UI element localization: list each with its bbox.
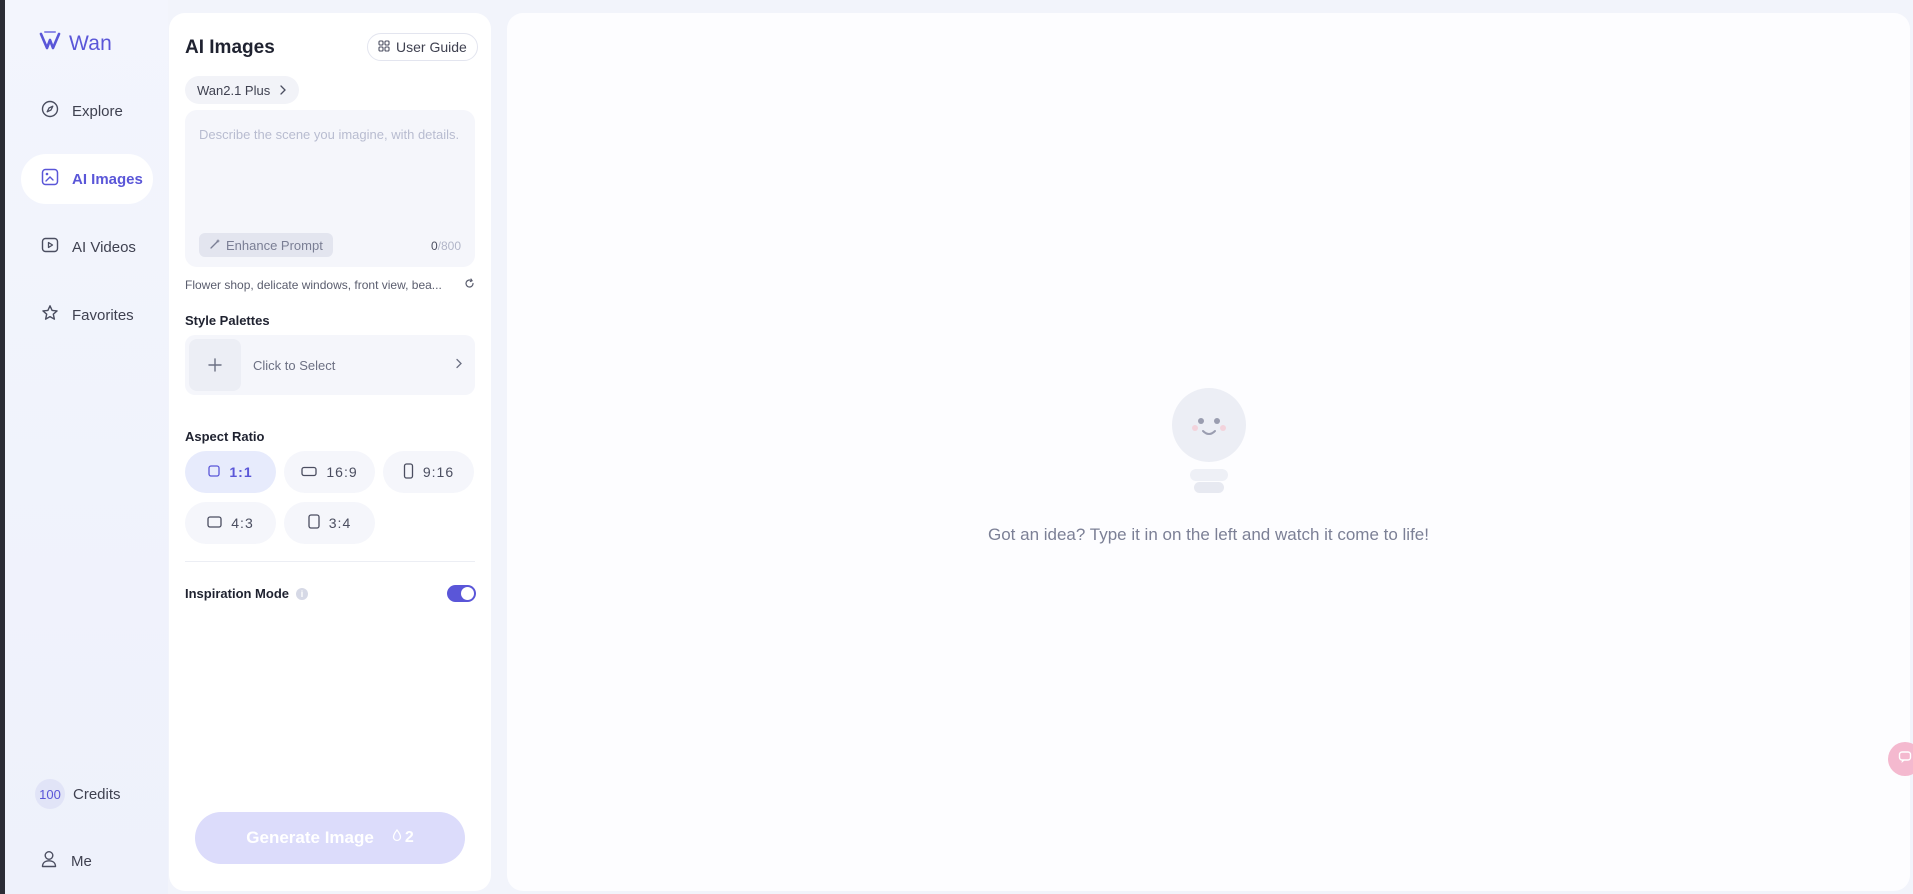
chevron-right-icon xyxy=(279,83,287,98)
grid-icon xyxy=(378,39,390,55)
inspiration-mode-row: Inspiration Mode i xyxy=(185,586,308,601)
ratio-label: 3:4 xyxy=(328,515,352,531)
model-selector[interactable]: Wan2.1 Plus xyxy=(185,76,300,104)
portrait-ratio-icon xyxy=(308,514,320,532)
ratio-label: 4:3 xyxy=(231,515,254,531)
counter-max: /800 xyxy=(437,239,461,253)
credits-count-badge: 100 xyxy=(35,779,65,809)
enhance-prompt-label: Enhance Prompt xyxy=(226,237,323,253)
character-counter: 0/800 xyxy=(431,239,461,253)
counter-current: 0 xyxy=(430,239,438,253)
ratio-option-3-4[interactable]: 3:4 xyxy=(284,502,375,544)
model-label: Wan2.1 Plus xyxy=(197,82,271,98)
empty-state-message: Got an idea? Type it in on the left and … xyxy=(987,525,1429,544)
landscape-ratio-icon xyxy=(207,515,222,531)
magic-wand-icon xyxy=(209,238,221,253)
user-icon xyxy=(41,850,57,872)
portrait-ratio-icon xyxy=(403,462,414,482)
ratio-option-1-1[interactable]: 1:1 xyxy=(185,451,276,493)
sidebar-item-ai-videos[interactable]: AI Videos xyxy=(21,222,153,272)
generate-cost-value: 2 xyxy=(404,829,414,846)
credit-drop-icon xyxy=(392,828,402,847)
user-guide-button[interactable]: User Guide xyxy=(367,33,478,61)
inspiration-mode-label: Inspiration Mode xyxy=(185,586,289,601)
suggestion-text: Flower shop, delicate windows, front vie… xyxy=(185,278,442,292)
sidebar-item-explore[interactable]: Explore xyxy=(21,86,153,136)
divider xyxy=(185,561,475,562)
sidebar-item-label: Favorites xyxy=(72,306,134,324)
aspect-ratio-heading: Aspect Ratio xyxy=(185,429,265,444)
star-icon xyxy=(41,304,59,326)
plus-icon xyxy=(189,339,241,391)
lightbulb-illustration xyxy=(1168,381,1250,506)
style-select-label: Click to Select xyxy=(253,357,336,373)
prompt-suggestion[interactable]: Flower shop, delicate windows, front vie… xyxy=(185,278,475,292)
style-palette-selector[interactable]: Click to Select xyxy=(185,335,475,395)
ratio-option-4-3[interactable]: 4:3 xyxy=(185,502,276,544)
info-icon[interactable]: i xyxy=(296,587,308,600)
sidebar-item-ai-images[interactable]: AI Images xyxy=(21,154,153,204)
toggle-knob xyxy=(461,587,474,600)
me-label: Me xyxy=(71,852,92,870)
result-canvas: Got an idea? Type it in on the left and … xyxy=(507,13,1910,891)
prompt-box: Enhance Prompt 0/800 xyxy=(185,110,475,267)
ratio-option-9-16[interactable]: 9:16 xyxy=(383,451,474,493)
user-guide-label: User Guide xyxy=(396,39,467,55)
generate-image-button[interactable]: Generate Image 2 xyxy=(195,812,465,864)
ratio-option-16-9[interactable]: 16:9 xyxy=(284,451,375,493)
square-ratio-icon xyxy=(208,464,221,480)
wan-logo-icon xyxy=(37,28,63,59)
image-icon xyxy=(41,168,59,190)
enhance-prompt-button[interactable]: Enhance Prompt xyxy=(199,233,333,257)
ratio-label: 9:16 xyxy=(422,464,455,480)
refresh-icon[interactable] xyxy=(464,278,475,292)
logo[interactable]: Wan xyxy=(37,28,112,59)
credits[interactable]: 100 Credits xyxy=(35,779,121,809)
sidebar-item-label: AI Images xyxy=(72,170,143,188)
compass-icon xyxy=(41,100,59,122)
sidebar: Wan Explore AI Images AI Videos Favorite… xyxy=(5,0,168,894)
sidebar-item-me[interactable]: Me xyxy=(41,850,92,872)
ratio-label: 16:9 xyxy=(326,464,358,480)
page-title: AI Images xyxy=(185,37,275,58)
style-palettes-heading: Style Palettes xyxy=(185,313,270,328)
landscape-ratio-icon xyxy=(301,464,318,480)
logo-text: Wan xyxy=(69,31,112,55)
video-icon xyxy=(41,236,59,258)
generate-label: Generate Image xyxy=(246,828,374,847)
sidebar-item-label: AI Videos xyxy=(72,238,136,256)
ratio-label: 1:1 xyxy=(229,464,253,480)
sidebar-item-favorites[interactable]: Favorites xyxy=(21,290,153,340)
credits-label: Credits xyxy=(73,785,121,803)
sidebar-item-label: Explore xyxy=(72,102,123,120)
chevron-right-icon xyxy=(455,356,463,374)
inspiration-mode-toggle[interactable] xyxy=(447,585,476,602)
generate-cost: 2 xyxy=(392,828,414,847)
image-config-panel: AI Images User Guide Wan2.1 Plus Enhance… xyxy=(169,13,491,891)
prompt-input[interactable] xyxy=(199,124,461,204)
chat-icon xyxy=(1898,750,1912,769)
